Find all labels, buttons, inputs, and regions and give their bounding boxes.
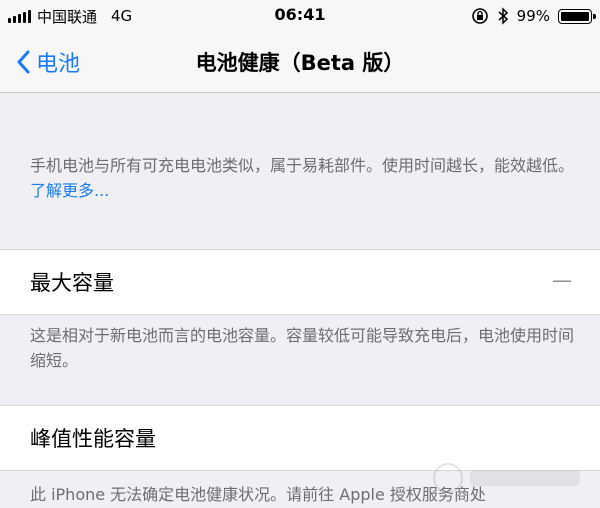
bluetooth-icon [498, 7, 508, 25]
max-capacity-value: — [552, 268, 572, 292]
max-capacity-label: 最大容量 [30, 271, 114, 295]
max-capacity-note: 这是相对于新电池而言的电池容量。容量较低可能导致充电后，电池使用时间缩短。 [30, 326, 575, 370]
intro-note: 手机电池与所有可充电电池类似，属于易耗部件。使用时间越长，能效越低。了解更多..… [30, 153, 575, 203]
watermark-logo [433, 463, 580, 493]
peak-performance-label: 峰值性能容量 [30, 427, 156, 451]
intro-text: 手机电池与所有可充电电池类似，属于易耗部件。使用时间越长，能效越低。 [30, 156, 575, 175]
battery-fill [561, 11, 589, 21]
battery-icon [558, 8, 596, 24]
status-right: 99% [471, 5, 596, 27]
max-capacity-row: 最大容量 — [0, 249, 600, 315]
status-bar: 中国联通 4G 06:41 99% [0, 0, 600, 32]
learn-more-link[interactable]: 了解更多... [30, 181, 109, 200]
navigation-bar: 电池 电池健康（Beta 版） [0, 32, 600, 93]
page-title: 电池健康（Beta 版） [195, 51, 405, 75]
orientation-lock-icon [471, 8, 488, 24]
battery-percent: 99% [516, 7, 550, 25]
